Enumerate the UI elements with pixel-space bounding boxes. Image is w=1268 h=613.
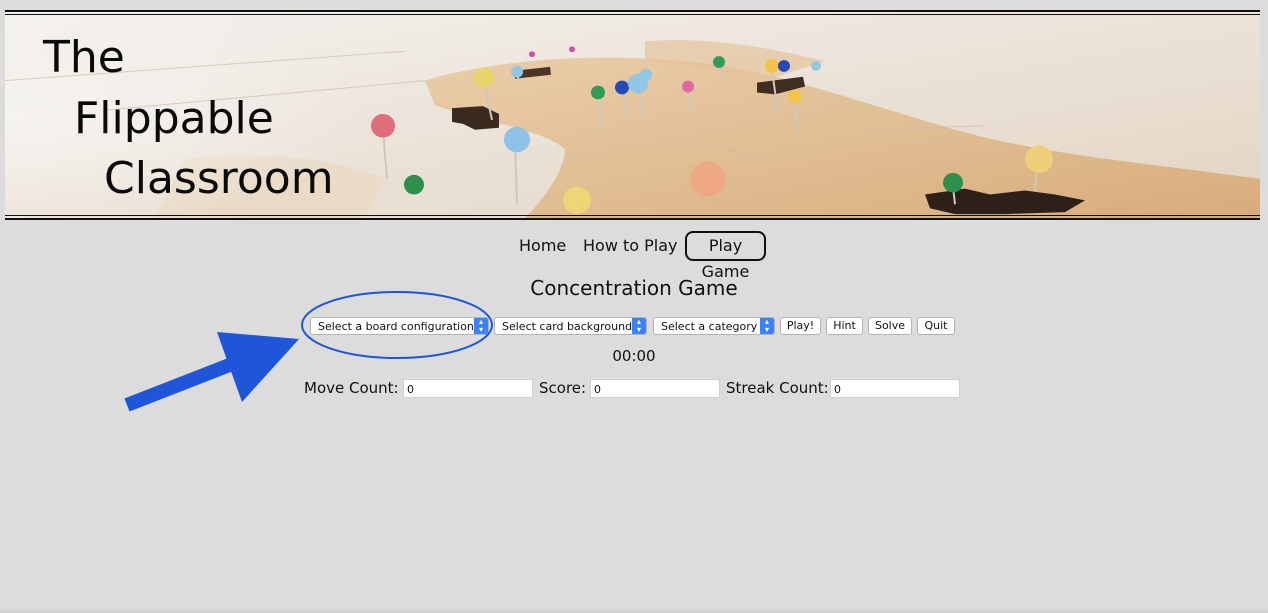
category-select-label: Select a category (661, 320, 758, 333)
board-config-select-label: Select a board configuration (318, 320, 474, 333)
select-arrows-icon: ▴ ▾ (632, 318, 646, 334)
banner-title-line-3: Classroom (104, 153, 334, 204)
nav-item-play-game[interactable]: Play Game (685, 231, 766, 281)
banner-title-line-2: Flippable (74, 93, 274, 144)
streak-count-field[interactable]: 0 (830, 379, 960, 398)
nav-item-home[interactable]: Home (519, 231, 566, 261)
hint-button[interactable]: Hint (826, 317, 863, 335)
banner-title-line-1: The (43, 32, 125, 83)
game-timer: 00:00 (612, 347, 656, 365)
card-background-select[interactable]: Select card background ▴ ▾ (494, 317, 647, 335)
move-count-field[interactable]: 0 (403, 379, 533, 398)
card-background-select-label: Select card background (502, 320, 633, 333)
header-banner: The Flippable Classroom (5, 10, 1260, 220)
game-title: Concentration Game (530, 276, 738, 300)
play-button[interactable]: Play! (780, 317, 821, 335)
solve-button[interactable]: Solve (868, 317, 912, 335)
select-arrows-icon: ▴ ▾ (474, 318, 488, 334)
quit-button[interactable]: Quit (917, 317, 955, 335)
nav-item-how-to-play[interactable]: How to Play (583, 231, 678, 261)
score-field[interactable]: 0 (590, 379, 720, 398)
page-bottom-edge (0, 607, 1268, 613)
category-select[interactable]: Select a category ▴ ▾ (653, 317, 775, 335)
move-count-label: Move Count: (304, 379, 399, 397)
select-arrows-icon: ▴ ▾ (760, 318, 774, 334)
pointer-arrow-icon (124, 332, 299, 412)
score-label: Score: (539, 379, 587, 397)
streak-count-label: Streak Count: (726, 379, 829, 397)
board-config-select[interactable]: Select a board configuration ▴ ▾ (310, 317, 489, 335)
